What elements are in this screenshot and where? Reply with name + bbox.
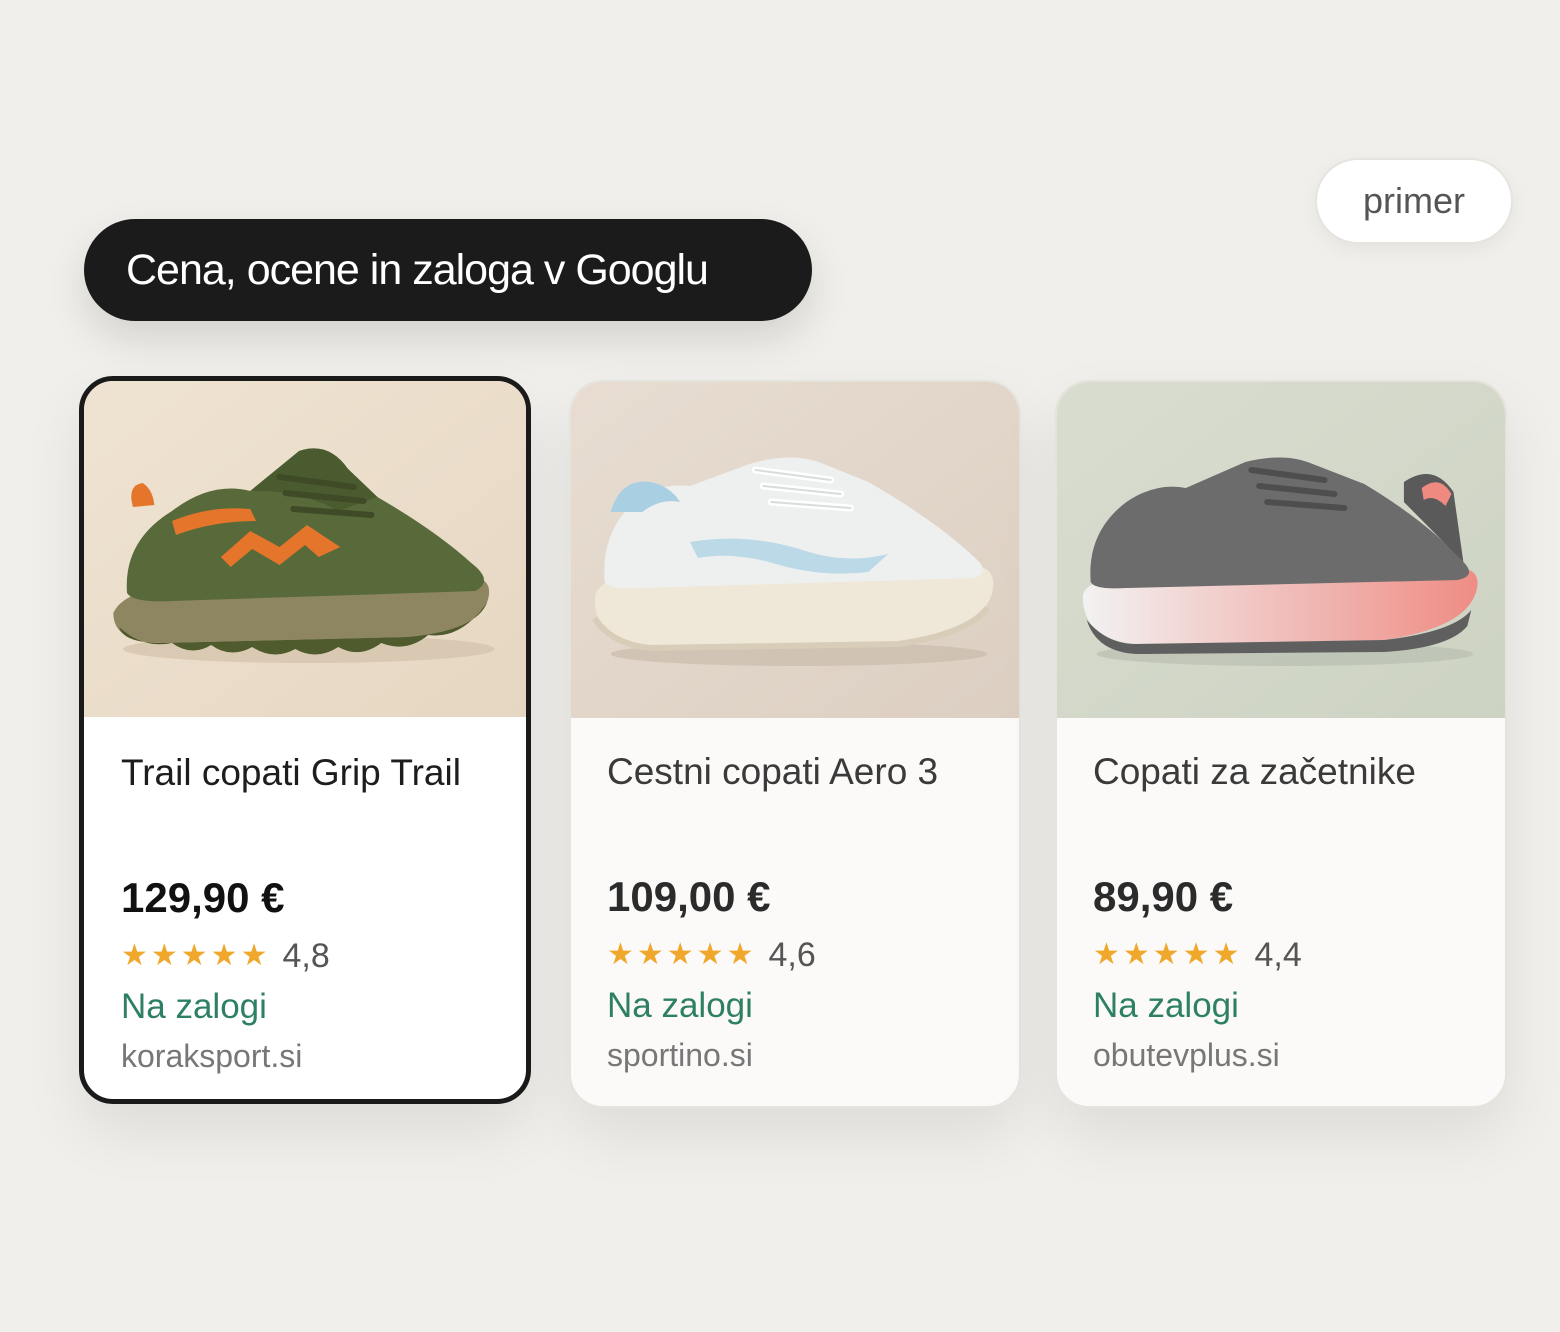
product-card-grip-trail[interactable]: Trail copati Grip Trail 129,90 € ★★★★★ 4… [79, 376, 531, 1104]
stock-status: Na zalogi [121, 987, 267, 1026]
product-image [84, 381, 526, 717]
rating-value: 4,4 [1254, 936, 1302, 974]
product-card-beginner[interactable]: Copati za začetnike 89,90 € ★★★★★ 4,4 Na… [1055, 380, 1507, 1108]
trail-shoe-icon [84, 381, 526, 717]
product-rating: ★★★★★ 4,6 [607, 932, 999, 978]
product-price: 109,00 € [607, 873, 771, 920]
product-price: 129,90 € [121, 874, 285, 921]
product-image [571, 382, 1019, 718]
rating-value: 4,8 [282, 937, 330, 975]
product-info: Cestni copati Aero 3 109,00 € ★★★★★ 4,6 … [607, 748, 999, 1078]
product-title[interactable]: Copati za začetnike [1093, 748, 1485, 796]
product-card-aero-3[interactable]: Cestni copati Aero 3 109,00 € ★★★★★ 4,6 … [569, 380, 1021, 1108]
star-rating-icon: ★★★★★ [607, 937, 757, 972]
stock-status: Na zalogi [607, 986, 753, 1025]
page-title: Cena, ocene in zaloga v Googlu [84, 219, 812, 321]
product-title[interactable]: Trail copati Grip Trail [121, 749, 506, 797]
product-info: Copati za začetnike 89,90 € ★★★★★ 4,4 Na… [1093, 748, 1485, 1078]
product-rating: ★★★★★ 4,4 [1093, 932, 1485, 978]
rating-value: 4,6 [768, 936, 816, 974]
product-price: 89,90 € [1093, 873, 1234, 920]
star-rating-icon: ★★★★★ [1093, 937, 1243, 972]
product-info: Trail copati Grip Trail 129,90 € ★★★★★ 4… [121, 749, 506, 1079]
product-rating: ★★★★★ 4,8 [121, 933, 506, 979]
shop-domain[interactable]: koraksport.si [121, 1033, 506, 1079]
star-rating-icon: ★★★★★ [121, 938, 271, 973]
stock-status: Na zalogi [1093, 986, 1239, 1025]
product-image [1057, 382, 1505, 718]
beginner-shoe-icon [1057, 382, 1505, 718]
product-title[interactable]: Cestni copati Aero 3 [607, 748, 999, 796]
shop-domain[interactable]: obutevplus.si [1093, 1032, 1485, 1078]
road-shoe-icon [571, 382, 1019, 718]
shop-domain[interactable]: sportino.si [607, 1032, 999, 1078]
example-badge: primer [1315, 158, 1513, 244]
